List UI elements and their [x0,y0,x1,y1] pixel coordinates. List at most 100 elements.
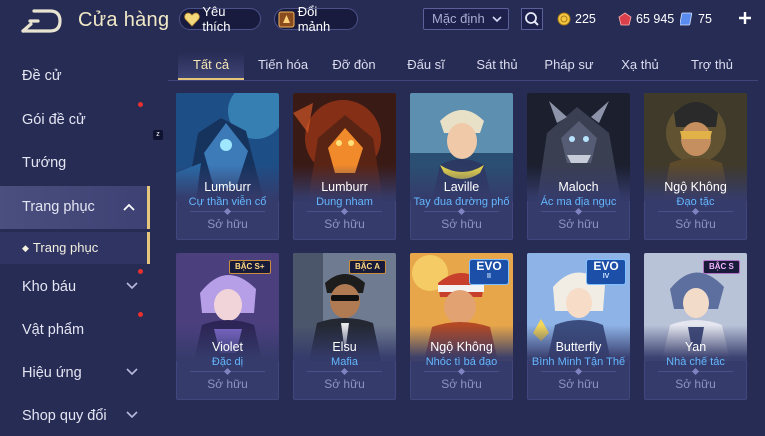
hero-name: Ngộ Không [430,340,493,354]
chevron-up-icon [123,203,135,211]
skin-card[interactable]: Laville Tay đua đường phố Sở hữu [410,93,513,240]
owned-status: Sở hữu [207,377,248,391]
voucher-currency: 65 945 [618,10,674,28]
skin-card[interactable]: Maloch Ác ma địa ngục Sở hữu [527,93,630,240]
chevron-down-icon [126,282,138,290]
tab-tank[interactable]: Đỡ đòn [323,52,385,78]
hero-name: Ngộ Không [664,180,727,194]
hero-name: Violet [211,340,244,354]
chevron-down-icon [492,16,502,23]
sidebar-item-exchange-shop[interactable]: Shop quy đổi [0,396,150,436]
top-bar: Cửa hàng Yêu thích Đổi mảnh Mặc định 225… [0,0,765,40]
tab-mage[interactable]: Pháp sư [538,52,600,78]
card-divider [190,367,265,376]
skin-card[interactable]: BẬC A Elsu Mafia Sở hữu [293,253,396,400]
skin-name: Ác ma địa ngục [540,196,617,208]
blue-gem-icon [680,12,693,26]
gold-amount: 225 [575,12,596,26]
skin-name: Dung nham [316,196,373,208]
sidebar-subitem-label: Trang phục [32,240,99,255]
sidebar-subitem-skins[interactable]: ◆ Trang phục [0,232,150,264]
sidebar-item-items[interactable]: Vật phẩm [0,310,150,350]
tab-marksman[interactable]: Xạ thủ [610,52,670,78]
hero-name: Butterfly [555,340,602,354]
notification-dot [138,269,143,274]
fragment-exchange-button[interactable]: Đổi mảnh [274,4,358,34]
skin-card[interactable]: EVO IV Butterfly Bình Minh Tận Thế Sở hữ… [527,253,630,400]
skin-card[interactable]: BẬC S+ Violet Đặc dị Sở hữu [176,253,279,400]
hero-name: Elsu [332,340,357,354]
plus-icon[interactable] [737,8,753,28]
sidebar-item-label: Tướng [22,155,67,171]
search-button[interactable] [521,8,543,30]
skin-card[interactable]: Ngộ Không Đạo tặc Sở hữu [644,93,747,240]
card-divider [424,367,499,376]
tab-evolution[interactable]: Tiến hóa [248,52,318,78]
sort-value: Mặc định [432,11,485,26]
sidebar-item-label: Kho báu [22,279,77,295]
page-title: Cửa hàng [78,9,170,31]
hero-name: Yan [684,340,707,354]
evolution-label: EVO [476,259,502,273]
owned-status: Sở hữu [324,217,365,231]
tier-badge: BẬC S [703,260,740,274]
tier-badge: BẬC S+ [229,260,271,274]
sidebar-item-label: Trang phục [22,199,95,215]
heart-icon [183,9,200,29]
skin-card[interactable]: BẬC S Yan Nhà chế tác Sở hữu [644,253,747,400]
skin-name: Tay đua đường phố [413,196,510,208]
skin-name: Đạo tặc [676,196,715,208]
fragment-icon [278,9,296,29]
owned-status: Sở hữu [558,377,599,391]
evolution-badge: EVO II [469,259,509,285]
tabs-divider [168,80,758,81]
notification-dot [138,312,143,317]
card-divider [541,207,616,216]
favorite-label: Yêu thích [202,4,231,34]
gem-currency: 75 [680,10,712,28]
hero-name: Maloch [558,180,599,194]
sort-dropdown[interactable]: Mặc định [423,8,509,30]
skin-name: Mafia [331,356,358,368]
tab-assassin[interactable]: Sát thủ [466,52,528,78]
sidebar-item-heroes[interactable]: Tướng [0,143,150,183]
sidebar-item-label: Shop quy đổi [22,408,107,424]
skin-name: Đặc dị [211,356,244,368]
sidebar-item-recommended-packs[interactable]: Gói đề cử [0,100,150,140]
skin-name: Nhóc tì bá đạo [425,356,498,368]
owned-status: Sở hữu [324,377,365,391]
owned-status: Sở hữu [558,217,599,231]
owned-status: Sở hữu [441,217,482,231]
sidebar-item-label: Gói đề cử [22,112,86,128]
hero-name: Laville [443,180,480,194]
sidebar-item-label: Vật phẩm [22,322,85,338]
card-divider [658,207,733,216]
notification-dot [138,102,143,107]
fragment-label: Đổi mảnh [297,4,331,34]
tab-all[interactable]: Tất cả [178,52,244,80]
skin-name: Nhà chế tác [666,356,725,368]
card-divider [658,367,733,376]
skin-grid: Lumburr Cự thần viễn cổ Sở hữu Lumburr D… [176,93,756,429]
skin-card[interactable]: Lumburr Dung nham Sở hữu [293,93,396,240]
evolution-badge: EVO IV [586,259,626,285]
skin-name: Cự thần viễn cổ [188,196,267,208]
tab-fighter[interactable]: Đấu sĩ [396,52,456,78]
sidebar-item-treasure[interactable]: Kho báu [0,267,150,307]
gem-amount: 75 [698,12,712,26]
back-arrow-icon[interactable] [20,8,64,34]
favorite-button[interactable]: Yêu thích [179,4,261,34]
hero-name: Lumburr [321,180,368,194]
skin-card[interactable]: Lumburr Cự thần viễn cổ Sở hữu [176,93,279,240]
tab-support[interactable]: Trợ thủ [682,52,742,78]
sidebar-item-label: Đề cử [22,68,62,84]
hero-name: Lumburr [204,180,251,194]
tier-badge: BẬC A [349,260,387,274]
skin-card[interactable]: EVO II Ngộ Không Nhóc tì bá đạo Sở hữu [410,253,513,400]
owned-status: Sở hữu [675,377,716,391]
sidebar-item-recommended[interactable]: Đề cử [0,56,150,96]
evolution-level: IV [602,273,610,280]
sidebar-item-effects[interactable]: Hiệu ứng [0,353,150,393]
sidebar-item-skins[interactable]: Trang phục [0,186,150,229]
card-divider [424,207,499,216]
